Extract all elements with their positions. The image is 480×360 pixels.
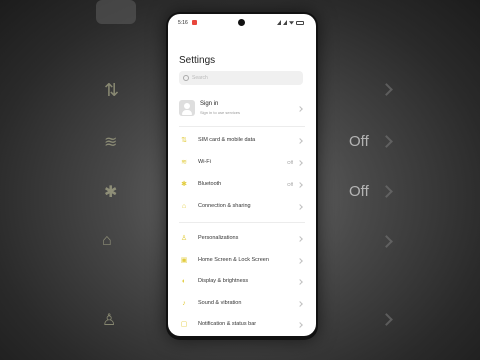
settings-item-label: Display & brightness (198, 278, 249, 284)
settings-item-label: SIM card & mobile data (198, 137, 256, 143)
settings-item-label: Notification & status bar (198, 321, 257, 327)
chevron-right-icon (297, 204, 303, 210)
settings-item-value: Off (287, 182, 293, 187)
chevron-right-icon (297, 279, 303, 285)
bg-connection-icon: ⌂ (102, 232, 112, 249)
display-icon: ◐ (181, 278, 187, 285)
phone-screen: 5:16 Settings Search Sign in Sign in to … (168, 14, 316, 336)
sign-in-label: Sign in (200, 101, 219, 107)
notification-app-icon (192, 20, 197, 25)
system-icons (277, 20, 304, 25)
search-placeholder: Search (192, 75, 208, 81)
sound-icon: ♪ (182, 300, 186, 307)
settings-item-label: Home Screen & Lock Screen (198, 257, 269, 263)
settings-item-sound[interactable]: ♪ Sound & vibration (179, 295, 305, 313)
personalization-icon: ♙ (180, 235, 188, 242)
settings-item-wifi[interactable]: ≋ Wi-Fi Off (179, 154, 305, 172)
front-camera (238, 19, 245, 26)
chevron-right-icon (297, 160, 303, 166)
settings-item-personalizations[interactable]: ♙ Personalizations (179, 230, 305, 248)
battery-icon (296, 20, 304, 25)
settings-item-display[interactable]: ◐ Display & brightness (179, 273, 305, 291)
settings-item-notification[interactable]: ▢ Notification & status bar (179, 316, 305, 334)
chevron-right-icon (297, 258, 303, 264)
bg-avatar-blur (96, 0, 136, 24)
chevron-right-icon (297, 182, 303, 188)
bg-bluetooth-icon: ✱ (104, 184, 118, 201)
bluetooth-icon: ✱ (181, 181, 187, 188)
bg-wifi-value: Off (349, 133, 369, 150)
sign-in-row[interactable]: Sign in Sign in to use services (179, 98, 305, 122)
divider (179, 126, 305, 127)
avatar-icon (179, 100, 195, 116)
signal-icon (277, 20, 281, 25)
settings-item-home-screen[interactable]: ▣ Home Screen & Lock Screen (179, 252, 305, 270)
status-bar: 5:16 (168, 14, 316, 30)
search-icon (183, 75, 189, 81)
status-time: 5:16 (178, 20, 188, 26)
settings-item-label: Connection & sharing (198, 203, 251, 209)
chevron-right-icon (297, 236, 303, 242)
home-screen-icon: ▣ (180, 257, 188, 264)
bg-sim-icon: ⇅ (104, 80, 120, 100)
settings-item-label: Personalizations (198, 235, 239, 241)
settings-item-label: Bluetooth (198, 181, 222, 187)
sign-in-sublabel: Sign in to use services (200, 110, 241, 115)
chevron-right-icon (297, 138, 303, 144)
search-input[interactable]: Search (179, 71, 303, 85)
sim-icon: ⇅ (181, 137, 187, 144)
chevron-right-icon (297, 322, 303, 328)
bg-bluetooth-value: Off (349, 183, 369, 200)
settings-item-connection[interactable]: ⌂ Connection & sharing (179, 198, 305, 216)
settings-item-label: Sound & vibration (198, 300, 242, 306)
settings-item-bluetooth[interactable]: ✱ Bluetooth Off (179, 176, 305, 194)
wifi-status-icon (289, 21, 294, 25)
connection-icon: ⌂ (181, 203, 187, 210)
wifi-icon: ≋ (181, 159, 187, 166)
settings-item-value: Off (287, 160, 293, 165)
notification-icon: ▢ (180, 321, 188, 328)
settings-item-sim[interactable]: ⇅ SIM card & mobile data (179, 132, 305, 150)
divider (179, 222, 305, 223)
chevron-right-icon (297, 106, 303, 112)
page-title: Settings (179, 55, 216, 66)
chevron-right-icon (297, 301, 303, 307)
bg-personalization-icon: ♙ (102, 312, 117, 329)
signal-icon (283, 20, 287, 25)
settings-item-label: Wi-Fi (198, 159, 211, 165)
bg-wifi-icon: ≋ (104, 134, 118, 151)
